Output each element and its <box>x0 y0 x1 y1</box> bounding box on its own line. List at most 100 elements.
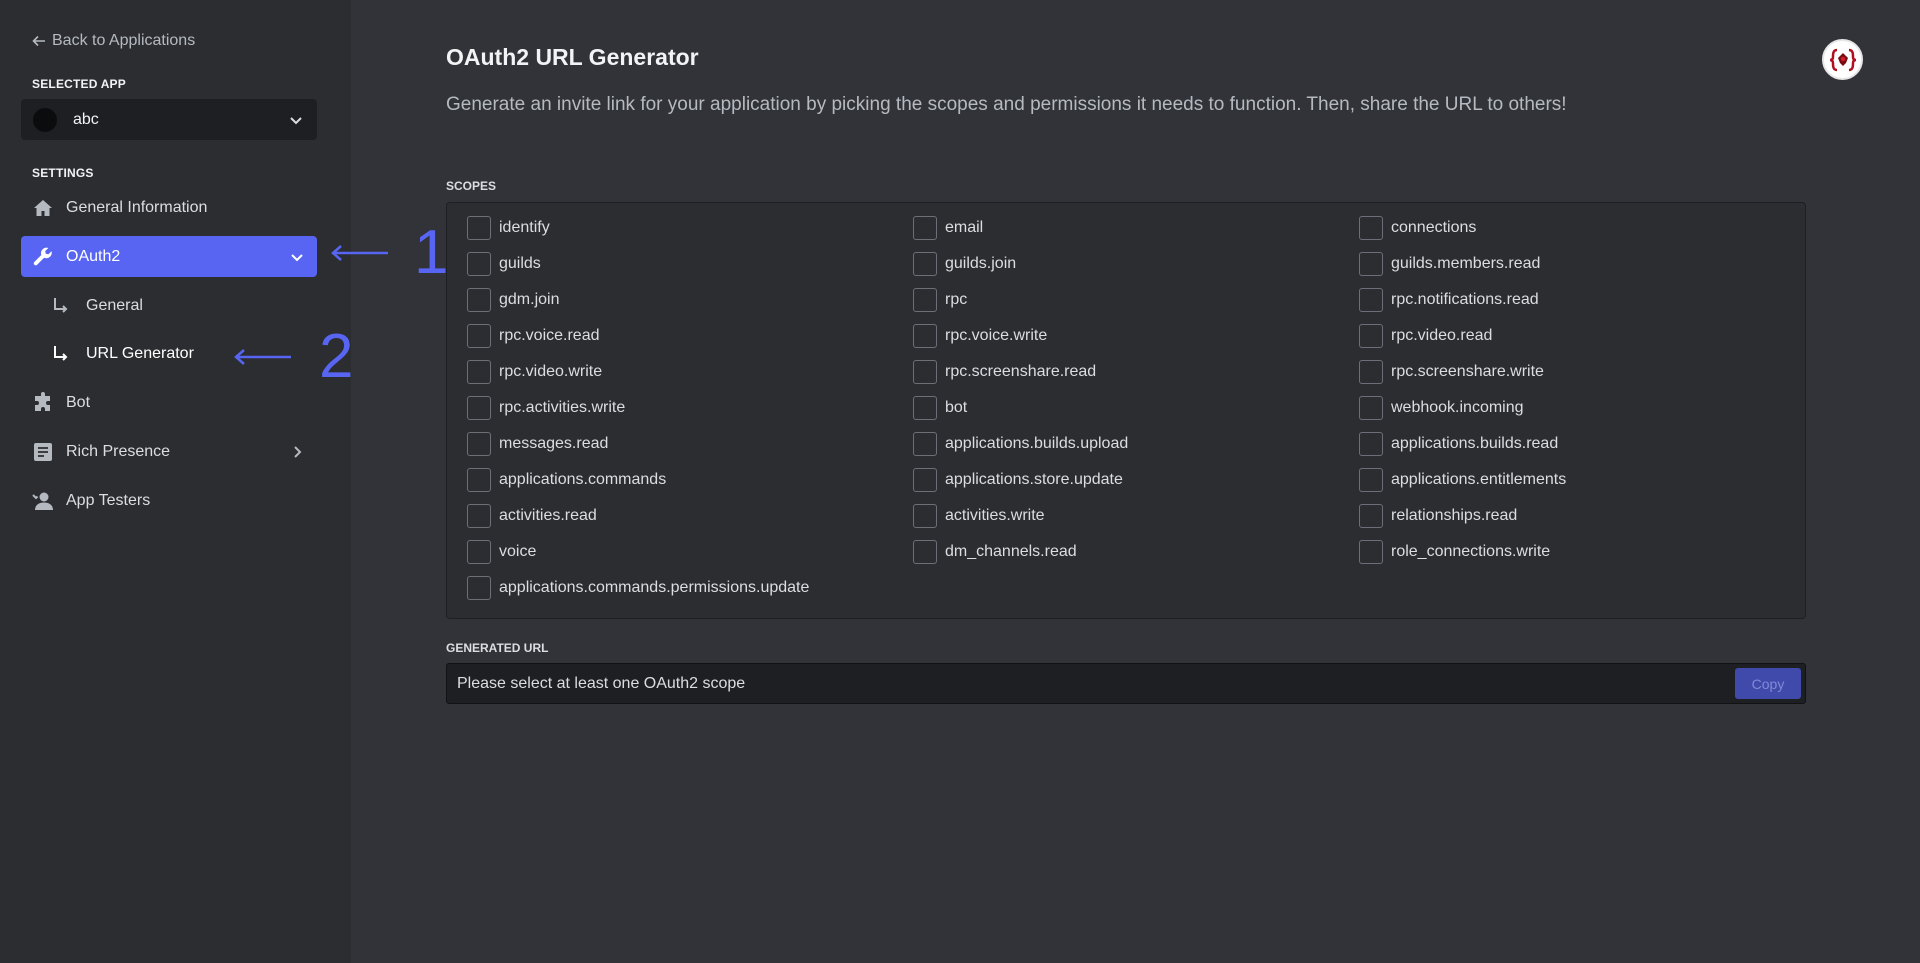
scope-label: dm_channels.read <box>945 543 1077 560</box>
selected-app-name: abc <box>73 110 99 128</box>
checkbox[interactable] <box>1359 252 1383 276</box>
scope-checkbox[interactable]: messages.read <box>467 431 608 457</box>
page-description: Generate an invite link for your applica… <box>446 94 1567 115</box>
scope-label: email <box>945 219 984 236</box>
checkbox[interactable] <box>913 324 937 348</box>
scope-label: rpc.voice.read <box>499 327 600 344</box>
scope-checkbox[interactable]: role_connections.write <box>1359 539 1550 565</box>
scope-checkbox[interactable]: guilds <box>467 251 541 277</box>
checkbox[interactable] <box>467 252 491 276</box>
scope-checkbox[interactable]: webhook.incoming <box>1359 395 1524 421</box>
annotation-2: 2 <box>233 326 353 388</box>
scope-checkbox[interactable]: gdm.join <box>467 287 559 313</box>
scope-checkbox[interactable]: rpc.screenshare.read <box>913 359 1096 385</box>
checkbox[interactable] <box>467 576 491 600</box>
checkbox[interactable] <box>913 360 937 384</box>
checkbox[interactable] <box>467 324 491 348</box>
scope-checkbox[interactable]: applications.commands <box>467 467 666 493</box>
scope-label: activities.write <box>945 507 1045 524</box>
scope-checkbox[interactable]: rpc <box>913 287 967 313</box>
checkbox[interactable] <box>913 252 937 276</box>
checkbox[interactable] <box>913 540 937 564</box>
scope-checkbox[interactable]: relationships.read <box>1359 503 1517 529</box>
sidebar-item-label: Bot <box>66 393 91 411</box>
sidebar-item-rich-presence[interactable]: Rich Presence <box>21 431 317 472</box>
sidebar-item-general-information[interactable]: General Information <box>21 187 317 228</box>
scope-checkbox[interactable]: bot <box>913 395 967 421</box>
scope-checkbox[interactable]: rpc.video.write <box>467 359 602 385</box>
back-to-applications-link[interactable]: Back to Applications <box>32 32 195 50</box>
scope-label: rpc.screenshare.write <box>1391 363 1544 380</box>
sidebar-item-oauth2[interactable]: OAuth2 <box>21 236 317 277</box>
checkbox[interactable] <box>1359 504 1383 528</box>
checkbox[interactable] <box>1359 468 1383 492</box>
user-avatar[interactable] <box>1822 39 1863 80</box>
scope-checkbox[interactable]: applications.entitlements <box>1359 467 1566 493</box>
checkbox[interactable] <box>1359 432 1383 456</box>
selected-app-dropdown[interactable]: abc <box>21 99 317 140</box>
copy-button[interactable]: Copy <box>1735 668 1801 699</box>
avatar-logo-icon <box>1829 48 1856 71</box>
scope-label: applications.store.update <box>945 471 1123 488</box>
scopes-heading: SCOPES <box>446 179 497 193</box>
checkbox[interactable] <box>467 468 491 492</box>
scope-checkbox[interactable]: connections <box>1359 215 1476 241</box>
scope-label: messages.read <box>499 435 609 452</box>
scope-checkbox[interactable]: email <box>913 215 983 241</box>
scope-checkbox[interactable]: dm_channels.read <box>913 539 1077 565</box>
scope-checkbox[interactable]: applications.builds.read <box>1359 431 1558 457</box>
scope-checkbox[interactable]: applications.builds.upload <box>913 431 1128 457</box>
checkbox[interactable] <box>913 504 937 528</box>
scope-checkbox[interactable]: rpc.video.read <box>1359 323 1492 349</box>
scope-checkbox[interactable]: voice <box>467 539 536 565</box>
scope-checkbox[interactable]: activities.write <box>913 503 1045 529</box>
arrow-left-annotation-icon <box>234 349 291 365</box>
checkbox[interactable] <box>467 432 491 456</box>
checkbox[interactable] <box>913 396 937 420</box>
checkbox[interactable] <box>913 468 937 492</box>
sidebar-subitem-general[interactable]: General <box>52 288 143 324</box>
checkbox[interactable] <box>467 396 491 420</box>
scope-label: identify <box>499 219 550 236</box>
scope-label: bot <box>945 399 968 416</box>
checkbox[interactable] <box>1359 288 1383 312</box>
sidebar-item-label: General Information <box>66 198 208 216</box>
generated-url-heading: GENERATED URL <box>446 641 549 655</box>
scope-checkbox[interactable]: activities.read <box>467 503 597 529</box>
checkbox[interactable] <box>467 540 491 564</box>
checkbox[interactable] <box>913 216 937 240</box>
scope-checkbox[interactable]: rpc.notifications.read <box>1359 287 1539 313</box>
sidebar-item-label: Rich Presence <box>66 442 171 460</box>
checkbox[interactable] <box>467 504 491 528</box>
selected-app-heading: SELECTED APP <box>32 77 126 91</box>
checkbox[interactable] <box>467 288 491 312</box>
sidebar-item-app-testers[interactable]: App Testers <box>21 480 317 521</box>
scope-label: rpc.voice.write <box>945 327 1048 344</box>
checkbox[interactable] <box>1359 216 1383 240</box>
scope-checkbox[interactable]: rpc.activities.write <box>467 395 625 421</box>
checkbox[interactable] <box>467 360 491 384</box>
scope-checkbox[interactable]: identify <box>467 215 550 241</box>
checkbox[interactable] <box>1359 396 1383 420</box>
chevron-down-icon <box>291 253 303 261</box>
checkbox[interactable] <box>1359 360 1383 384</box>
settings-heading: SETTINGS <box>32 166 94 180</box>
scope-checkbox[interactable]: applications.commands.permissions.update <box>467 575 809 601</box>
scope-label: guilds <box>499 255 541 272</box>
checkbox[interactable] <box>467 216 491 240</box>
checkbox[interactable] <box>1359 324 1383 348</box>
scope-checkbox[interactable]: applications.store.update <box>913 467 1123 493</box>
scope-checkbox[interactable]: rpc.screenshare.write <box>1359 359 1544 385</box>
sidebar-subitem-url-generator[interactable]: URL Generator <box>52 336 194 372</box>
scope-label: relationships.read <box>1391 507 1518 524</box>
sidebar-item-bot[interactable]: Bot <box>21 382 317 423</box>
scope-label: guilds.members.read <box>1391 255 1541 272</box>
scope-checkbox[interactable]: guilds.join <box>913 251 1016 277</box>
checkbox[interactable] <box>913 432 937 456</box>
scope-checkbox[interactable]: rpc.voice.write <box>913 323 1047 349</box>
scope-checkbox[interactable]: guilds.members.read <box>1359 251 1540 277</box>
scope-checkbox[interactable]: rpc.voice.read <box>467 323 600 349</box>
generated-url-field[interactable]: Please select at least one OAuth2 scope … <box>446 663 1806 704</box>
checkbox[interactable] <box>1359 540 1383 564</box>
checkbox[interactable] <box>913 288 937 312</box>
